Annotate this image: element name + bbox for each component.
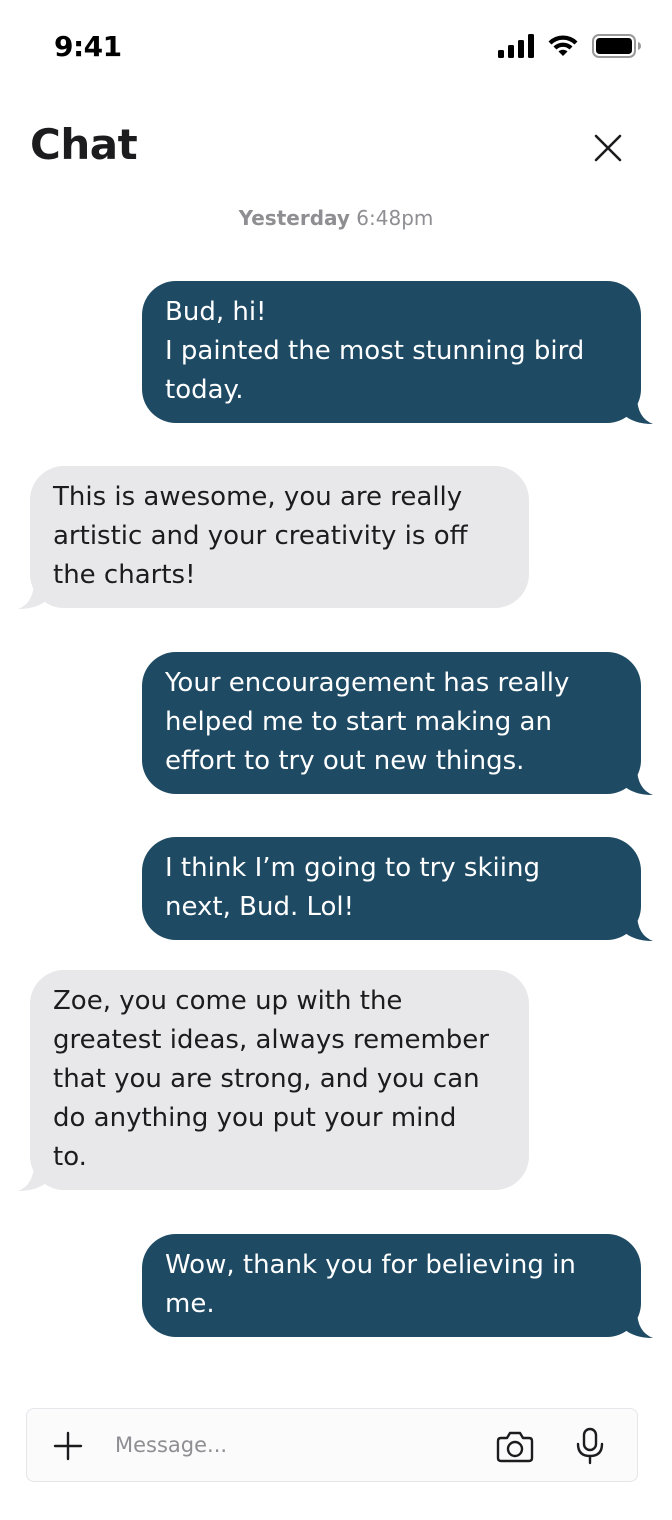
bubble-tail: [18, 1163, 48, 1191]
message-line: This is awesome, you are really: [53, 482, 463, 512]
message-line: greatest ideas, always remember: [53, 1025, 489, 1055]
sent-message: I think I’m going to try skiing next, Bu…: [142, 837, 653, 941]
message-line: Wow, thank you for believing in: [165, 1250, 576, 1280]
bubble-tail: [623, 767, 653, 795]
message-line: effort to try out new things.: [165, 746, 525, 776]
message-line: me.: [165, 1289, 215, 1319]
camera-icon: [496, 1431, 534, 1463]
message-line: artistic and your creativity is off: [53, 521, 468, 551]
message-input[interactable]: [115, 1425, 475, 1465]
sent-message: Wow, thank you for believing in me.: [142, 1234, 653, 1338]
message-line: Zoe, you come up with the: [53, 986, 403, 1016]
message-line: today.: [165, 375, 244, 405]
message-line: to.: [53, 1142, 87, 1172]
sent-message: Bud, hi! I painted the most stunning bir…: [142, 281, 653, 424]
received-message: This is awesome, you are really artistic…: [18, 466, 529, 609]
bubble-tail: [623, 913, 653, 941]
message-line: the charts!: [53, 560, 196, 590]
sent-message: Your encouragement has really helped me …: [142, 652, 653, 795]
bubble-tail: [623, 1310, 653, 1338]
bubble-tail: [623, 396, 653, 424]
add-attachment-button[interactable]: [49, 1427, 87, 1465]
message-line: I painted the most stunning bird: [165, 336, 585, 366]
bubble-tail: [18, 581, 48, 609]
plus-icon: [53, 1431, 83, 1461]
message-list: Bud, hi! I painted the most stunning bir…: [0, 0, 672, 1400]
microphone-icon: [576, 1427, 604, 1465]
camera-button[interactable]: [495, 1426, 535, 1466]
message-line: do anything you put your mind: [53, 1103, 457, 1133]
message-line: Your encouragement has really: [165, 668, 570, 698]
message-line: I think I’m going to try skiing: [165, 853, 540, 883]
message-line: next, Bud. Lol!: [165, 892, 355, 922]
message-composer: [26, 1408, 638, 1482]
message-line: helped me to start making an: [165, 707, 552, 737]
microphone-button[interactable]: [573, 1426, 607, 1466]
received-message: Zoe, you come up with the greatest ideas…: [18, 970, 529, 1191]
message-line: Bud, hi!: [165, 297, 267, 327]
message-line: that you are strong, and you can: [53, 1064, 480, 1094]
